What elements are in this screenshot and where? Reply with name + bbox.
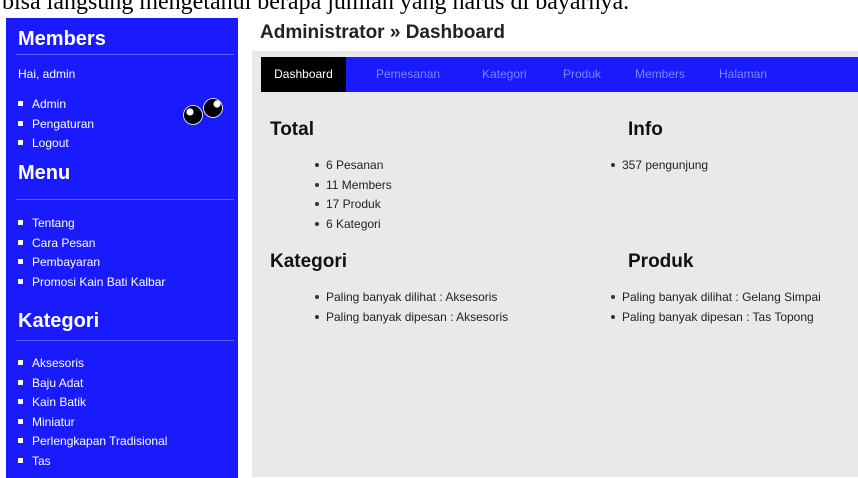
list-item: 17 Produk <box>315 195 392 215</box>
produk-section-heading: Produk <box>628 251 694 272</box>
tab-kategori[interactable]: Kategori <box>482 57 527 92</box>
googly-eyes-icon <box>183 98 223 125</box>
admin-navbar: Dashboard Pemesanan Kategori Produk Memb… <box>261 57 858 92</box>
list-item: Paling banyak dipesan : Aksesoris <box>315 308 508 328</box>
greeting: Hai, admin <box>18 67 76 81</box>
kategori-heading: Kategori <box>18 310 100 332</box>
sidebar-item-pembayaran[interactable]: Pembayaran <box>18 253 165 273</box>
members-divider <box>16 54 234 55</box>
sidebar-item-kain-batik[interactable]: Kain Batik <box>18 393 167 413</box>
members-list: Admin Pengaturan Logout <box>18 95 94 154</box>
dashboard-content: Dashboard Pemesanan Kategori Produk Memb… <box>252 51 858 477</box>
sidebar-item-tentang[interactable]: Tentang <box>18 214 165 234</box>
list-item: 6 Kategori <box>315 215 392 235</box>
menu-list: Tentang Cara Pesan Pembayaran Promosi Ka… <box>18 214 165 292</box>
tab-halaman[interactable]: Halaman <box>719 57 767 92</box>
tab-pemesanan[interactable]: Pemesanan <box>376 57 440 92</box>
menu-divider <box>16 199 234 200</box>
kategori-list: Aksesoris Baju Adat Kain Batik Miniatur … <box>18 354 167 471</box>
tab-produk[interactable]: Produk <box>563 57 601 92</box>
tab-members[interactable]: Members <box>635 57 685 92</box>
total-list: 6 Pesanan 11 Members 17 Produk 6 Kategor… <box>315 156 392 234</box>
sidebar-item-baju-adat[interactable]: Baju Adat <box>18 374 167 394</box>
list-item: 11 Members <box>315 176 392 196</box>
list-item: Paling banyak dilihat : Gelang Simpai <box>611 288 821 308</box>
members-heading: Members <box>18 28 106 50</box>
info-list: 357 pengunjung <box>611 156 708 176</box>
kategori-divider <box>16 340 234 341</box>
kategori-stats-list: Paling banyak dilihat : Aksesoris Paling… <box>315 288 508 327</box>
sidebar-item-promosi[interactable]: Promosi Kain Bati Kalbar <box>18 273 165 293</box>
tab-dashboard[interactable]: Dashboard <box>261 57 346 92</box>
info-heading: Info <box>628 119 663 140</box>
total-heading: Total <box>270 119 314 140</box>
list-item: Paling banyak dilihat : Aksesoris <box>315 288 508 308</box>
list-item: Paling banyak dipesan : Tas Topong <box>611 308 821 328</box>
sidebar-item-cara-pesan[interactable]: Cara Pesan <box>18 234 165 254</box>
sidebar: Members Hai, admin Admin Pengaturan Logo… <box>6 18 238 478</box>
sidebar-item-aksesoris[interactable]: Aksesoris <box>18 354 167 374</box>
page-title: Administrator » Dashboard <box>260 22 505 43</box>
menu-heading: Menu <box>18 162 71 184</box>
sidebar-item-logout[interactable]: Logout <box>18 134 94 154</box>
sidebar-item-pengaturan[interactable]: Pengaturan <box>18 115 94 135</box>
list-item: 357 pengunjung <box>611 156 708 176</box>
list-item: 6 Pesanan <box>315 156 392 176</box>
sidebar-item-tas[interactable]: Tas <box>18 452 167 472</box>
top-caption: bisa langsung mengetahui berapa jumlah y… <box>2 0 630 15</box>
produk-stats-list: Paling banyak dilihat : Gelang Simpai Pa… <box>611 288 821 327</box>
sidebar-item-miniatur[interactable]: Miniatur <box>18 413 167 433</box>
kategori-section-heading: Kategori <box>270 251 348 272</box>
sidebar-item-perlengkapan-tradisional[interactable]: Perlengkapan Tradisional <box>18 432 167 452</box>
sidebar-item-admin[interactable]: Admin <box>18 95 94 115</box>
